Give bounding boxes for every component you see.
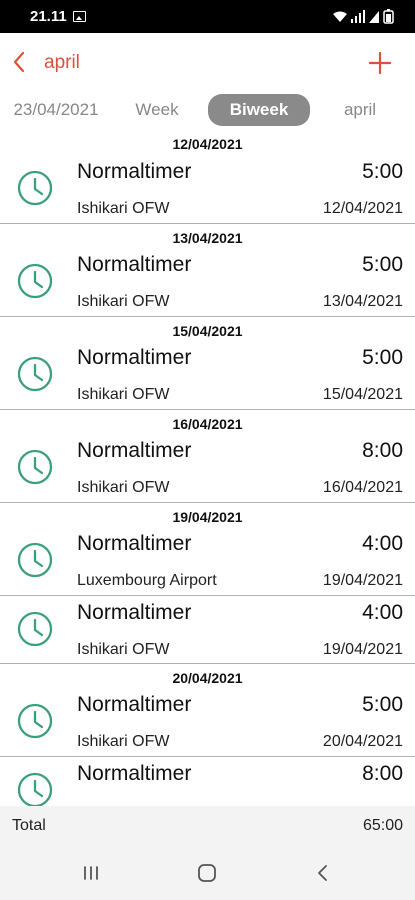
entry-location: Ishikari OFW [77,733,170,750]
entry-location: Ishikari OFW [77,386,170,403]
app-bar: april [0,33,415,90]
entry-location: Luxembourg Airport [77,572,217,589]
entry-hours: 5:00 [362,160,403,183]
plus-icon[interactable] [367,50,393,76]
page-title: april [44,52,80,73]
tab-week[interactable]: Week [118,94,196,126]
clock-icon [17,170,53,206]
entry-hours: 4:00 [362,601,403,624]
signal-wifi-battery-icon [333,9,394,24]
clock-icon [17,542,53,578]
date-header: 20/04/2021 [0,663,415,688]
entry-hours: 4:00 [362,532,403,555]
clock-icon [17,449,53,485]
home-icon[interactable] [194,861,220,885]
entry-title: Normaltimer [77,346,192,369]
status-icons [331,9,399,24]
entry-date: 19/04/2021 [322,641,403,658]
total-bar: Total 65:00 [0,806,415,846]
entry-title: Normaltimer [77,762,192,785]
tab-month[interactable]: april [320,94,400,126]
entry-location: Ishikari OFW [77,479,170,496]
total-label: Total [12,817,46,834]
list-item[interactable]: Normaltimer 5:00 Ishikari OFW 15/04/2021 [0,341,415,409]
total-value: 65:00 [362,817,403,834]
date-header: 19/04/2021 [0,502,415,527]
entry-title: Normaltimer [77,601,192,624]
list-item[interactable]: Normaltimer 5:00 Ishikari OFW 12/04/2021 [0,155,415,223]
list-item[interactable]: Normaltimer 5:00 Ishikari OFW 13/04/2021 [0,248,415,316]
system-nav-bar [0,846,415,900]
date-header: 16/04/2021 [0,409,415,434]
entry-date: 16/04/2021 [322,479,403,496]
entry-hours: 5:00 [362,693,403,716]
clock-icon [17,703,53,739]
date-header: 12/04/2021 [172,136,243,152]
tab-date[interactable]: 23/04/2021 [4,94,108,126]
entry-date: 19/04/2021 [322,572,403,589]
entry-hours: 5:00 [362,253,403,276]
entry-location: Ishikari OFW [77,641,170,658]
clock-icon [17,356,53,392]
entry-date: 13/04/2021 [322,293,403,310]
entry-title: Normaltimer [77,532,192,555]
status-bar: 21.11 [0,0,415,33]
list-item[interactable]: Normaltimer 4:00 Luxembourg Airport 19/0… [0,527,415,595]
entry-list[interactable]: 12/04/2021 Normaltimer 5:00 Ishikari OFW… [0,130,415,806]
entry-title: Normaltimer [77,253,192,276]
entry-hours: 5:00 [362,346,403,369]
list-item[interactable]: Normaltimer 5:00 Ishikari OFW 20/04/2021 [0,688,415,756]
clock-icon [17,611,53,647]
recents-icon[interactable] [78,861,104,885]
list-item[interactable]: Normaltimer 4:00 Ishikari OFW 19/04/2021 [0,595,415,663]
list-item[interactable]: Normaltimer 8:00 [0,756,415,806]
list-item[interactable]: Normaltimer 8:00 Ishikari OFW 16/04/2021 [0,434,415,502]
image-notification-icon [73,11,86,22]
date-header: 13/04/2021 [0,223,415,248]
period-tabs: 23/04/2021 Week Biweek april [0,90,415,130]
chevron-left-icon[interactable] [8,47,34,77]
entry-hours: 8:00 [362,439,403,462]
entry-date: 12/04/2021 [322,200,403,217]
entry-title: Normaltimer [77,693,192,716]
entry-hours: 8:00 [362,762,403,785]
clock-icon [17,263,53,299]
date-header: 15/04/2021 [0,316,415,341]
status-time: 21.11 [30,8,67,25]
entry-date: 15/04/2021 [322,386,403,403]
entry-title: Normaltimer [77,160,192,183]
entry-location: Ishikari OFW [77,200,170,217]
tab-biweek[interactable]: Biweek [208,94,310,126]
entry-title: Normaltimer [77,439,192,462]
entry-date: 20/04/2021 [322,733,403,750]
entry-location: Ishikari OFW [77,293,170,310]
back-icon[interactable] [310,861,336,885]
clock-icon [17,772,53,806]
